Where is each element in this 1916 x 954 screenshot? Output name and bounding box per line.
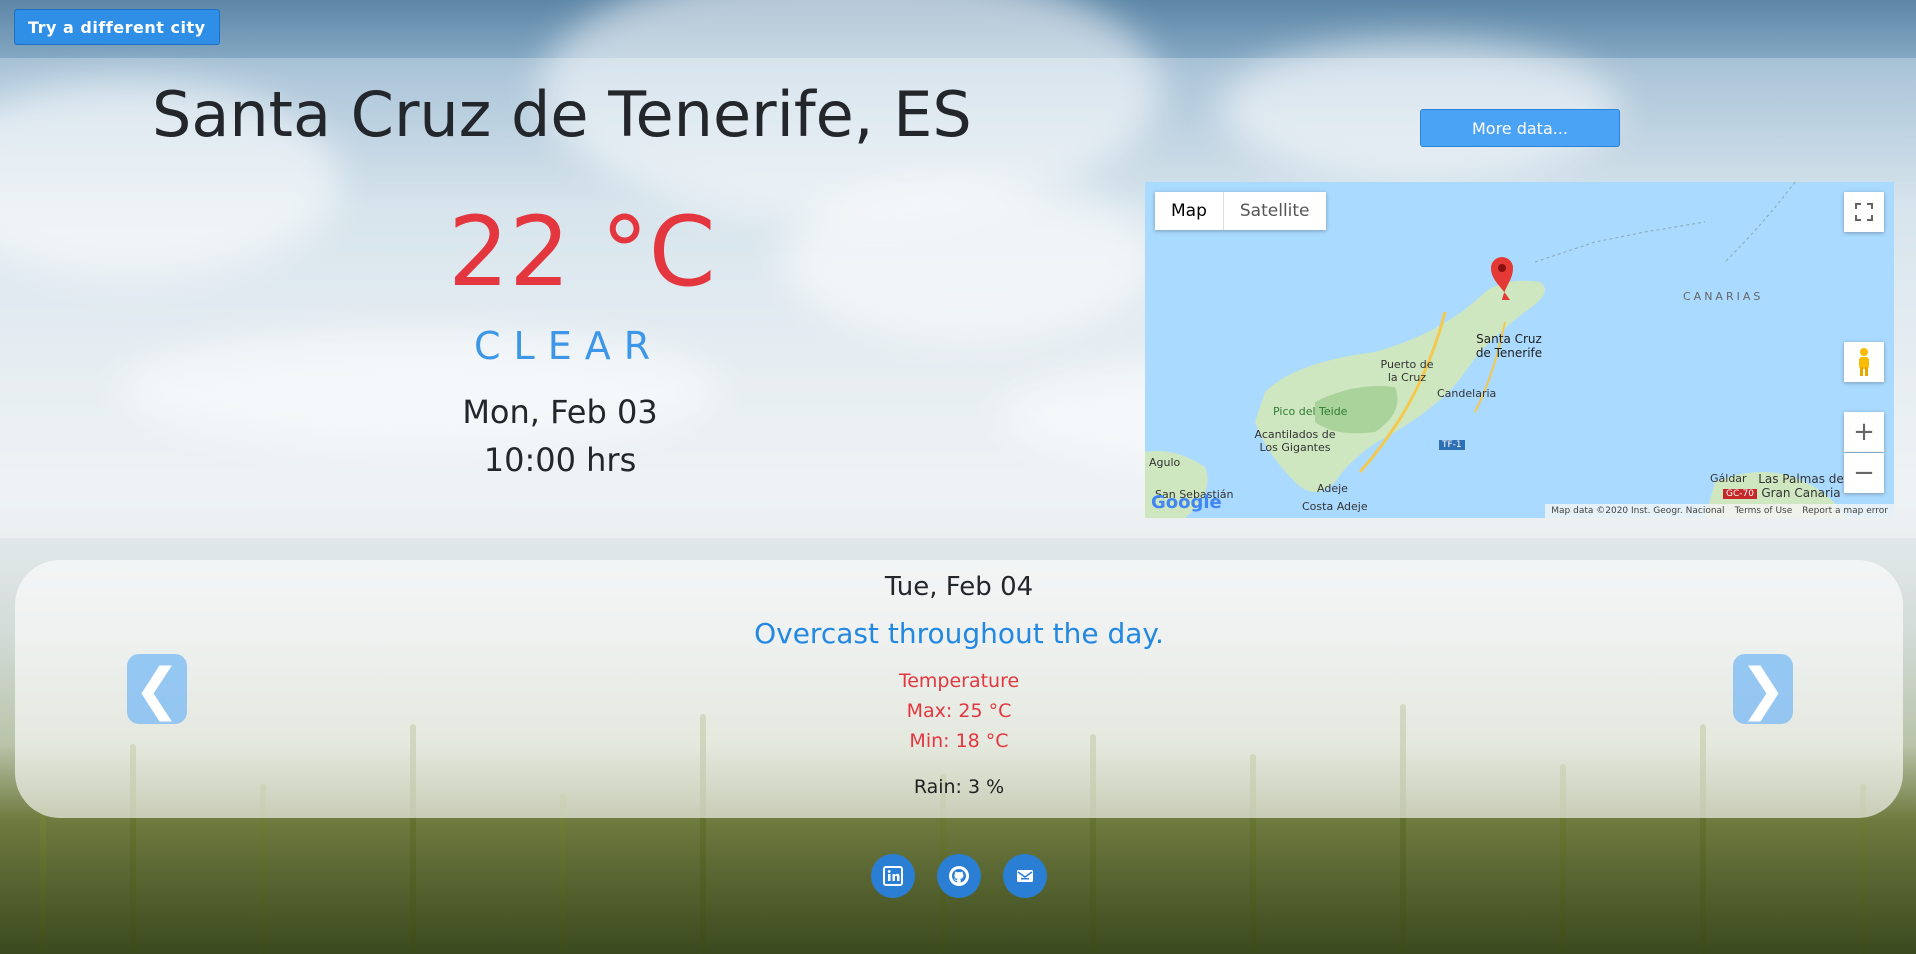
map-label-galdar: Gáldar	[1710, 472, 1747, 485]
map-label-teide: Pico del Teide	[1273, 405, 1348, 418]
previous-day-button[interactable]: ❮	[127, 654, 187, 724]
map-road-tf1: TF-1	[1439, 440, 1465, 450]
mail-link[interactable]	[1003, 854, 1047, 898]
zoom-out-button[interactable]: −	[1844, 453, 1884, 493]
chevron-left-icon: ❮	[133, 656, 181, 722]
map-footer: Map data ©2020 Inst. Geogr. Nacional Ter…	[1545, 504, 1894, 518]
map-label-puerto: Puerto de la Cruz	[1380, 358, 1434, 384]
map-label-agulo: Agulo	[1149, 456, 1181, 469]
map-label-las-palmas: Las Palmas de Gran Canaria	[1758, 472, 1844, 500]
map[interactable]: Map Satellite + − CANARIAS Santa Cruz de…	[1145, 182, 1894, 518]
map-label-costa-adeje: Costa Adeje	[1302, 500, 1368, 513]
map-data-credit: Map data ©2020 Inst. Geogr. Nacional	[1551, 506, 1725, 516]
forecast-summary: Overcast throughout the day.	[754, 617, 1164, 650]
fullscreen-icon	[1855, 203, 1873, 221]
current-temperature: 22 °C	[448, 196, 716, 308]
map-type-map[interactable]: Map	[1155, 192, 1224, 230]
try-different-city-button[interactable]: Try a different city	[14, 9, 220, 45]
map-terms-link[interactable]: Terms of Use	[1735, 506, 1793, 516]
linkedin-icon	[883, 866, 903, 886]
map-road-gc70: GC-70	[1723, 489, 1757, 499]
street-view-button[interactable]	[1844, 342, 1884, 382]
pegman-icon	[1859, 348, 1869, 376]
map-report-link[interactable]: Report a map error	[1802, 506, 1888, 516]
forecast-max-temp: Max: 25 °C	[906, 700, 1012, 722]
github-link[interactable]	[937, 854, 981, 898]
forecast-panel: Tue, Feb 04 Overcast throughout the day.…	[15, 560, 1903, 818]
chevron-right-icon: ❯	[1739, 656, 1787, 722]
forecast-date: Tue, Feb 04	[884, 572, 1034, 602]
current-date: Mon, Feb 03	[462, 393, 658, 431]
github-icon	[949, 866, 969, 886]
map-label-acantilados: Acantilados de Los Gigantes	[1254, 428, 1336, 454]
linkedin-link[interactable]	[871, 854, 915, 898]
fullscreen-button[interactable]	[1844, 192, 1884, 232]
map-label-santa-cruz: Santa Cruz de Tenerife	[1475, 332, 1543, 360]
map-label-candelaria: Candelaria	[1437, 387, 1497, 400]
current-time: 10:00 hrs	[483, 441, 637, 479]
next-day-button[interactable]: ❯	[1733, 654, 1793, 724]
map-label-adeje: Adeje	[1317, 482, 1348, 495]
mail-icon	[1017, 870, 1033, 882]
map-type-satellite[interactable]: Satellite	[1224, 192, 1326, 230]
map-label-canarias: CANARIAS	[1683, 290, 1764, 303]
forecast-temperature-heading: Temperature	[898, 670, 1020, 692]
forecast-min-temp: Min: 18 °C	[909, 730, 1009, 752]
current-condition: CLEAR	[474, 324, 664, 368]
more-data-button[interactable]: More data...	[1420, 109, 1620, 147]
map-type-control: Map Satellite	[1155, 192, 1326, 230]
zoom-in-button[interactable]: +	[1844, 412, 1884, 452]
google-logo: Google	[1151, 492, 1222, 513]
forecast-rain: Rain: 3 %	[913, 776, 1005, 798]
city-title: Santa Cruz de Tenerife, ES	[152, 78, 972, 151]
